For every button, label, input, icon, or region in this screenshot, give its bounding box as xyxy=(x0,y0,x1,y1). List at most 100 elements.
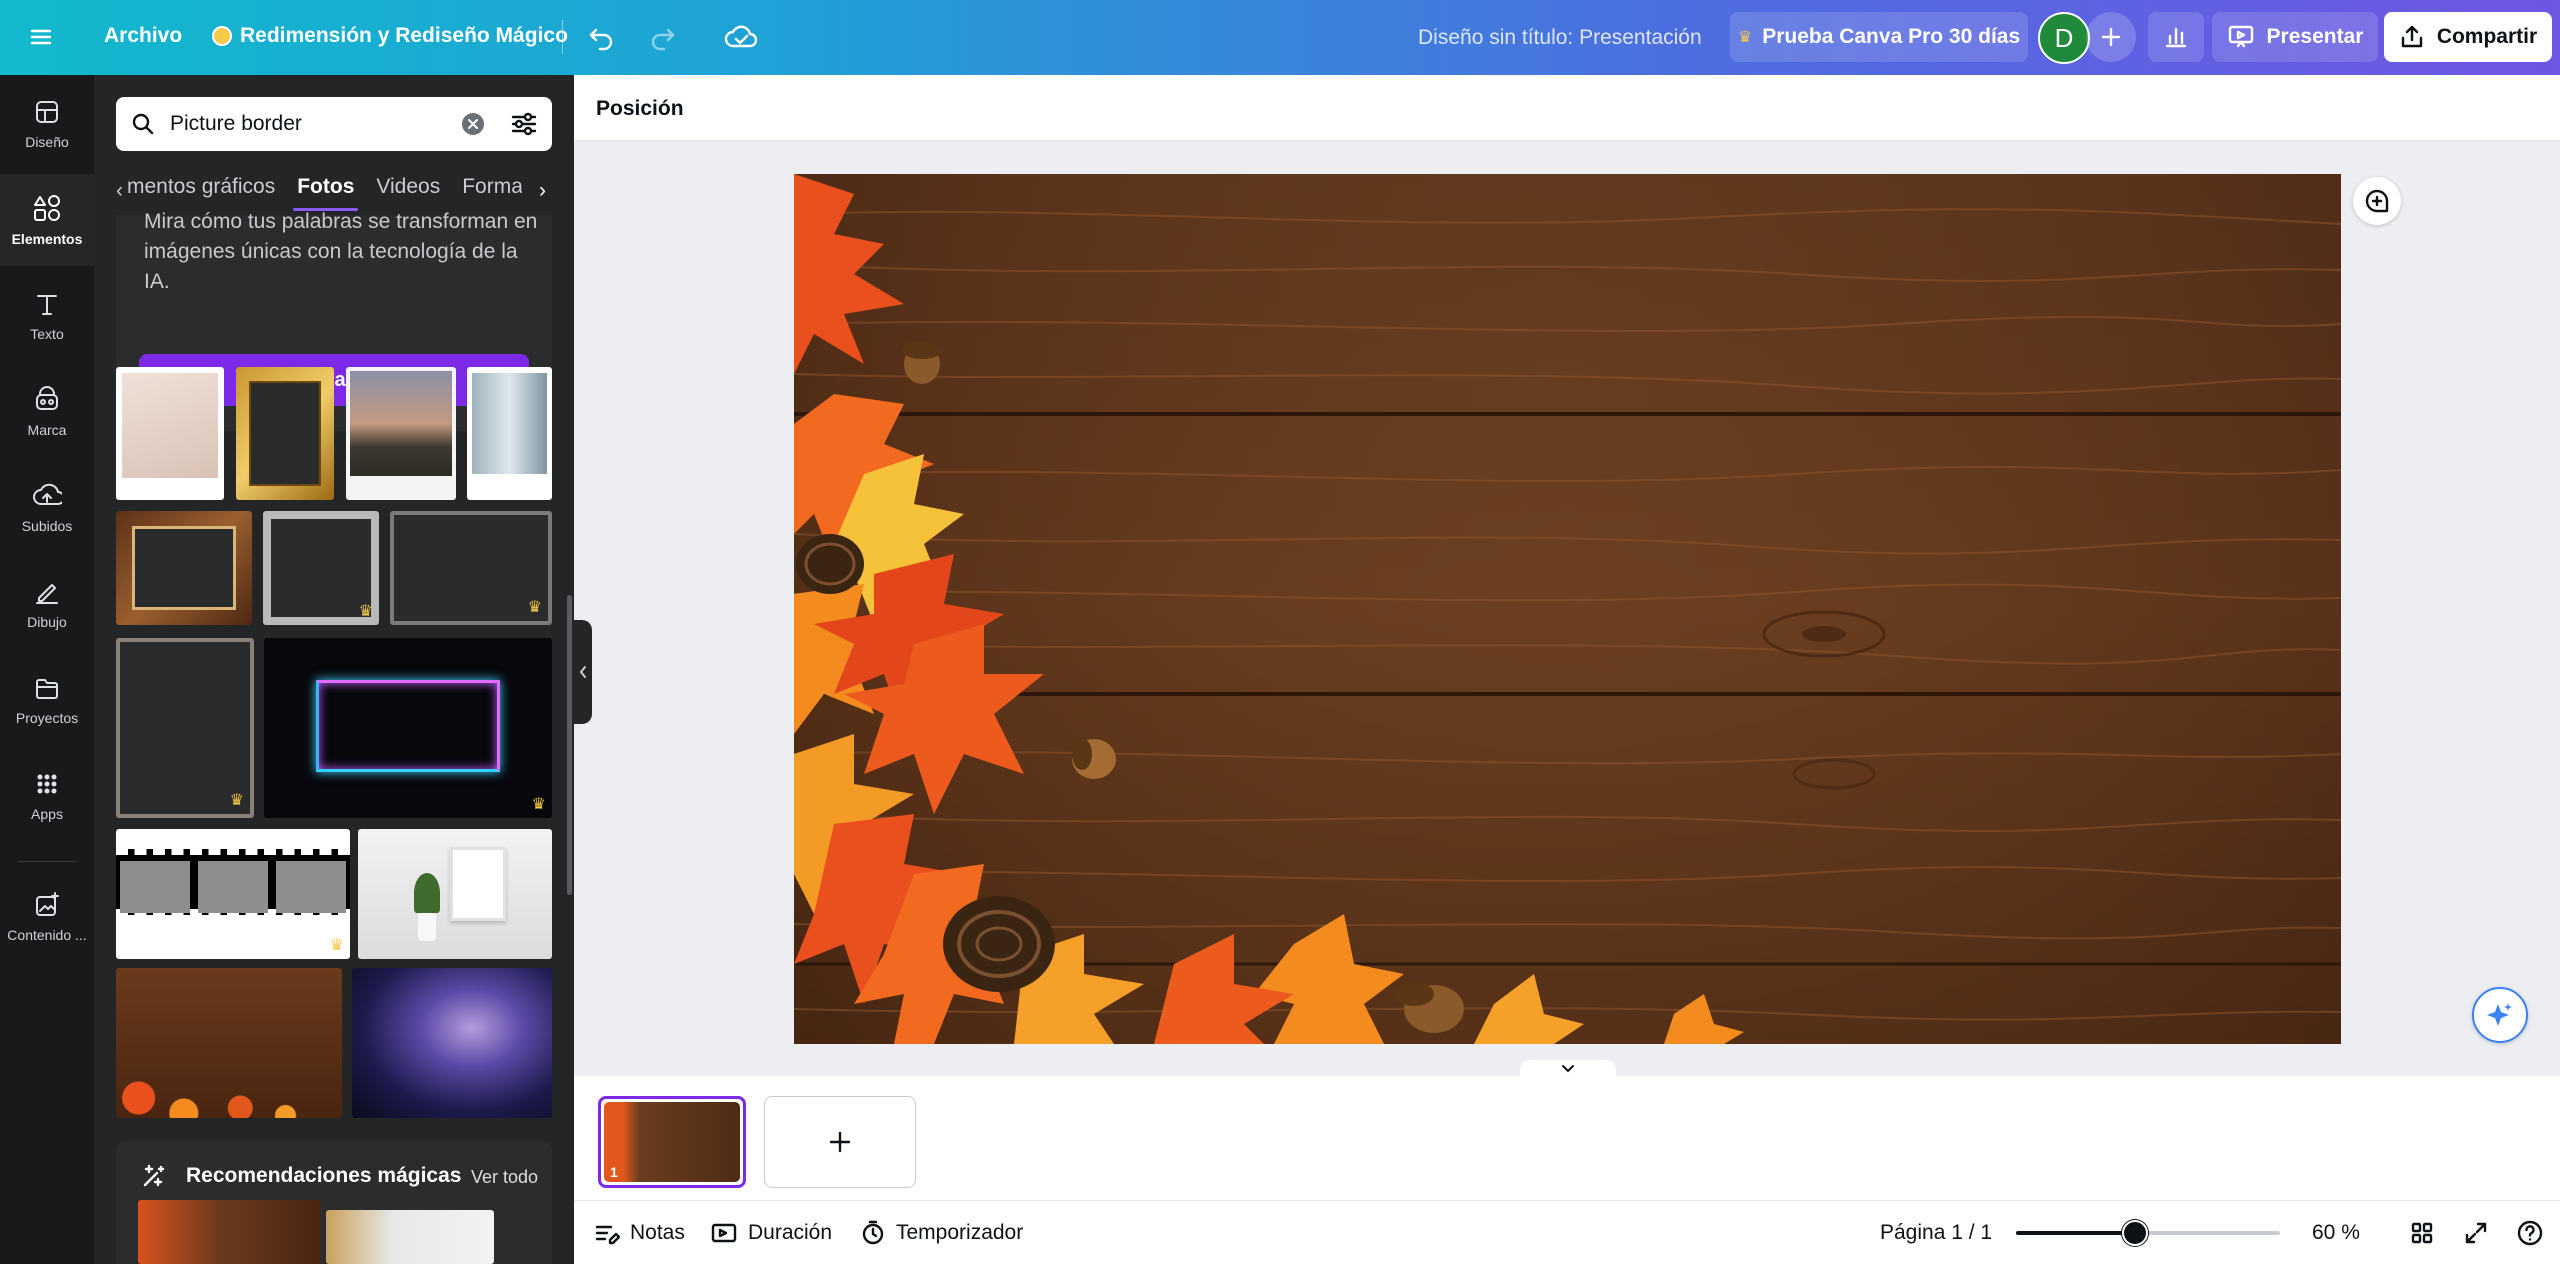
photo-result-grunge-border[interactable]: ♛ xyxy=(390,511,552,625)
photo-result-landscape-polaroid[interactable] xyxy=(346,367,456,500)
photo-result-thin-frame[interactable]: ♛ xyxy=(116,638,254,818)
notes-button[interactable]: Notas xyxy=(594,1201,685,1264)
search-input[interactable]: Picture border xyxy=(170,112,462,136)
cloud-save-status[interactable] xyxy=(724,22,758,52)
tabs-scroll-left[interactable]: ‹ xyxy=(116,179,123,203)
rail-label: Elementos xyxy=(11,231,83,247)
duration-button[interactable]: Duración xyxy=(710,1201,832,1264)
apps-icon xyxy=(37,774,57,794)
avatar[interactable]: D xyxy=(2038,12,2090,64)
rail-item-brand[interactable]: Marca xyxy=(0,366,94,458)
rail-label: Apps xyxy=(31,806,63,822)
rail-label: Contenido ... xyxy=(7,927,87,943)
present-label: Presentar xyxy=(2266,25,2364,48)
tab-videos[interactable]: Videos xyxy=(376,175,440,207)
help-button[interactable] xyxy=(2516,1201,2544,1264)
file-menu-label: Archivo xyxy=(104,24,183,47)
file-menu[interactable]: Archivo xyxy=(104,24,182,48)
timer-button[interactable]: Temporizador xyxy=(860,1201,1023,1264)
rail-item-elements[interactable]: Elementos xyxy=(0,174,94,266)
tab-photos[interactable]: Fotos xyxy=(293,175,359,211)
sparkle-icon xyxy=(143,1164,165,1187)
design-canvas[interactable] xyxy=(794,174,2341,1044)
zoom-level-label: 60 % xyxy=(2312,1221,2360,1244)
rail-item-text[interactable]: Texto xyxy=(0,270,94,362)
share-button[interactable]: Compartir xyxy=(2384,12,2552,62)
add-page-button[interactable] xyxy=(764,1096,916,1188)
panel-scrollbar[interactable] xyxy=(567,595,572,895)
tab-shapes[interactable]: Formas xyxy=(462,175,522,207)
bar-chart-icon xyxy=(2165,27,2187,48)
rail-label: Subidos xyxy=(21,518,73,534)
crown-icon xyxy=(212,26,232,46)
chevron-left-icon xyxy=(579,666,586,678)
grid-view-button[interactable] xyxy=(2410,1201,2434,1264)
brand-icon xyxy=(36,386,58,410)
photo-result-autumn-wood[interactable] xyxy=(116,968,342,1118)
duration-label: Duración xyxy=(748,1221,833,1244)
tabs-scroll-right[interactable]: › xyxy=(539,179,546,203)
rail-item-projects[interactable]: Proyectos xyxy=(0,654,94,746)
zoom-slider[interactable] xyxy=(2016,1220,2280,1246)
add-collaborator-button[interactable] xyxy=(2086,12,2136,62)
share-label: Compartir xyxy=(2436,25,2538,48)
collapse-panel-button[interactable] xyxy=(574,620,592,724)
notes-icon xyxy=(595,1225,620,1245)
grid-icon xyxy=(2411,1222,2433,1244)
rail-label: Proyectos xyxy=(15,710,79,726)
position-button[interactable]: Posición xyxy=(596,97,684,121)
rail-item-apps[interactable]: Apps xyxy=(0,750,94,842)
magic-recommendations: Recomendaciones mágicas Ver todo xyxy=(116,1141,552,1264)
see-all-link[interactable]: Ver todo xyxy=(471,1167,538,1188)
insights-button[interactable] xyxy=(2148,12,2204,62)
magic-resize-button[interactable]: Redimensión y Rediseño Mágico xyxy=(212,24,568,48)
zoom-slider-thumb[interactable] xyxy=(2121,1220,2148,1246)
page-thumbnail[interactable]: 1 xyxy=(598,1096,746,1188)
rail-item-magic-media[interactable]: Contenido ... xyxy=(0,871,94,963)
tab-graphics[interactable]: mentos gráficos xyxy=(127,175,275,207)
timer-icon xyxy=(862,1220,884,1245)
document-title[interactable]: Diseño sin título: Presentación xyxy=(1418,26,1702,50)
upload-icon xyxy=(33,483,62,505)
rail-label: Diseño xyxy=(25,134,69,150)
zoom-level[interactable]: 60 % xyxy=(2312,1201,2360,1264)
present-button[interactable]: Presentar xyxy=(2212,12,2378,62)
fullscreen-button[interactable] xyxy=(2464,1201,2488,1264)
page-indicator[interactable]: Página 1 / 1 xyxy=(1880,1201,1992,1264)
photo-result-film-strip[interactable]: ♛ xyxy=(116,829,350,959)
document-title-label: Diseño sin título: Presentación xyxy=(1418,26,1702,49)
photo-result-neon-frame[interactable]: ♛ xyxy=(264,638,552,818)
hamburger-icon xyxy=(30,29,52,45)
crown-icon: ♛ xyxy=(1737,29,1753,46)
filter-icon[interactable] xyxy=(510,111,538,137)
photo-result-wood-frame[interactable] xyxy=(116,511,252,625)
rail-item-draw[interactable]: Dibujo xyxy=(0,558,94,650)
menu-button[interactable] xyxy=(28,24,54,50)
expand-icon xyxy=(2465,1222,2487,1244)
undo-button[interactable] xyxy=(586,22,616,52)
photo-result-dried-flowers-polaroid[interactable] xyxy=(116,367,224,500)
magic-thumb-marble[interactable] xyxy=(326,1210,494,1264)
promo-text: Mira cómo tus palabras se transforman en… xyxy=(144,210,538,293)
notes-label: Notas xyxy=(630,1221,685,1244)
photo-result-silver-frame[interactable]: ♛ xyxy=(263,511,379,625)
chevron-down-icon xyxy=(1562,1065,1574,1073)
magic-thumb-autumn[interactable] xyxy=(138,1200,320,1264)
top-bar: Archivo Redimensión y Rediseño Mágico Di… xyxy=(0,0,2560,75)
rail-item-design[interactable]: Diseño xyxy=(0,78,94,170)
plus-icon xyxy=(829,1131,851,1153)
photo-result-galaxy[interactable] xyxy=(352,968,552,1118)
duration-icon xyxy=(711,1223,737,1243)
photo-result-gold-frame[interactable] xyxy=(236,367,334,500)
search-box[interactable]: Picture border xyxy=(116,97,552,151)
photo-result-street-polaroid[interactable] xyxy=(467,367,552,500)
clear-search-icon[interactable] xyxy=(462,113,484,135)
pro-trial-button[interactable]: ♛ Prueba Canva Pro 30 días xyxy=(1730,12,2028,62)
redo-button[interactable] xyxy=(648,22,678,52)
add-comment-button[interactable] xyxy=(2353,177,2401,225)
magic-assistant-button[interactable] xyxy=(2472,987,2528,1043)
bottom-bar: Notas Duración Temporizador Página 1 / 1… xyxy=(574,1200,2560,1264)
photo-result-white-frame-plant[interactable] xyxy=(358,829,552,959)
rail-item-uploads[interactable]: Subidos xyxy=(0,462,94,554)
magic-media-icon xyxy=(36,892,59,916)
